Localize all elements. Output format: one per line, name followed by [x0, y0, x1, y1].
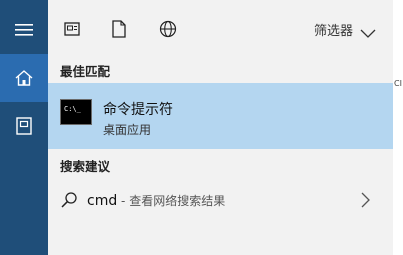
- documents-filter-button[interactable]: [109, 18, 129, 40]
- documents-button[interactable]: [0, 102, 48, 150]
- chevron-right-icon: [361, 192, 370, 208]
- suggestion-hint: - 查看网络搜索结果: [117, 194, 226, 208]
- chevron-down-icon: [360, 29, 376, 38]
- documents-icon: [16, 117, 32, 135]
- apps-filter-button[interactable]: [62, 18, 82, 40]
- filter-dropdown[interactable]: [360, 24, 376, 43]
- document-icon: [112, 20, 126, 38]
- hamburger-menu-icon: [15, 24, 33, 36]
- search-panel: 筛选器 最佳匹配 C:\_ 命令提示符 桌面应用 搜索建议 cmd - 查看网络…: [48, 0, 393, 255]
- menu-button[interactable]: [0, 6, 48, 54]
- best-match-app-name: 命令提示符: [103, 102, 173, 118]
- web-globe-icon: [159, 20, 177, 38]
- suggestion-text: cmd - 查看网络搜索结果: [87, 192, 225, 209]
- background-window-text: CI: [394, 79, 402, 88]
- search-icon: [60, 191, 78, 213]
- best-match-app-type: 桌面应用: [103, 123, 152, 137]
- web-search-suggestion[interactable]: cmd - 查看网络搜索结果: [48, 180, 393, 222]
- command-prompt-icon: C:\_: [60, 99, 92, 125]
- best-match-result[interactable]: C:\_ 命令提示符 桌面应用: [48, 83, 393, 149]
- home-icon: [15, 70, 33, 86]
- search-suggestions-heading: 搜索建议: [60, 159, 111, 174]
- command-prompt-icon-text: C:\_: [64, 105, 81, 113]
- suggestion-open-arrow[interactable]: [361, 192, 371, 212]
- filter-dropdown-label[interactable]: 筛选器: [314, 20, 353, 39]
- left-rail: [0, 0, 48, 255]
- web-filter-button[interactable]: [158, 18, 178, 40]
- best-match-heading: 最佳匹配: [60, 64, 111, 79]
- apps-icon: [64, 22, 80, 36]
- home-button[interactable]: [0, 54, 48, 102]
- suggestion-query: cmd: [87, 193, 118, 209]
- background-window: [393, 0, 403, 255]
